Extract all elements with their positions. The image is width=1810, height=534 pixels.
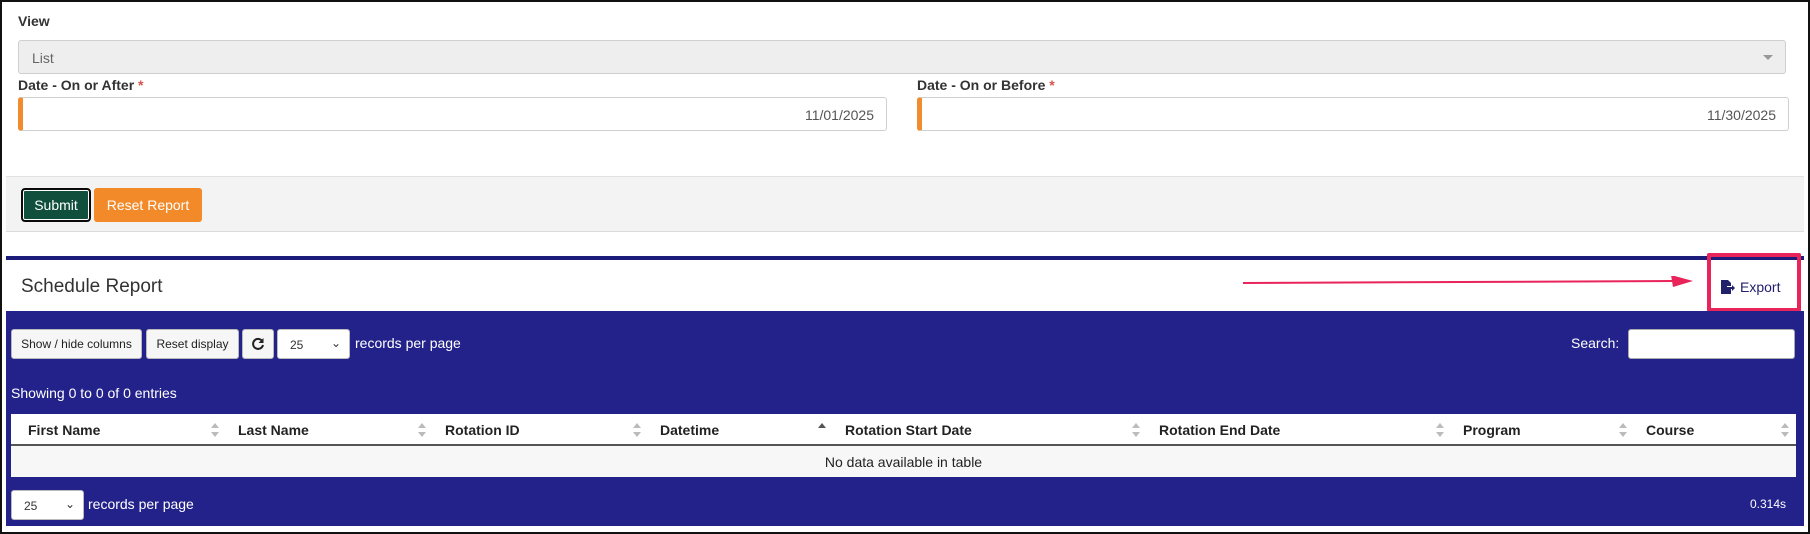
highlight-box: [1707, 253, 1801, 312]
caret-down-icon: [1763, 55, 1773, 60]
search-label: Search:: [1571, 335, 1620, 351]
required-marker: *: [138, 77, 144, 93]
col-datetime[interactable]: Datetime: [660, 422, 719, 438]
sort-asc-icon: [818, 423, 826, 428]
page-size-select-bottom[interactable]: 25 ⌄: [11, 490, 84, 520]
annotation-arrow: [1243, 276, 1693, 287]
page-size-value: 25: [290, 338, 304, 352]
filter-actions: Submit Reset Report: [6, 176, 1804, 232]
reset-display-button[interactable]: Reset display: [146, 329, 239, 359]
col-rotation-id[interactable]: Rotation ID: [445, 422, 520, 438]
view-select-value: List: [32, 50, 54, 66]
col-first-name[interactable]: First Name: [28, 422, 100, 438]
page-size-select-top[interactable]: 25 ⌄: [277, 329, 350, 359]
col-course[interactable]: Course: [1646, 422, 1694, 438]
col-rotation-end-date[interactable]: Rotation End Date: [1159, 422, 1280, 438]
date-before-label-text: Date - On or Before: [917, 77, 1046, 93]
datatable-panel: Show / hide columns Reset display 25 ⌄ r…: [6, 311, 1804, 526]
date-after-input[interactable]: 11/01/2025: [18, 97, 887, 131]
sort-both-icon: [1436, 423, 1444, 437]
refresh-icon: [252, 337, 264, 350]
date-before-label: Date - On or Before *: [917, 77, 1055, 93]
required-marker: *: [1049, 77, 1055, 93]
date-after-value: 11/01/2025: [804, 107, 874, 123]
chevron-down-icon: ⌄: [330, 336, 341, 350]
sort-both-icon: [1132, 423, 1140, 437]
col-rotation-start-date[interactable]: Rotation Start Date: [845, 422, 972, 438]
records-per-page-label-top: records per page: [355, 335, 461, 351]
records-per-page-label-bottom: records per page: [88, 496, 194, 512]
entries-info: Showing 0 to 0 of 0 entries: [11, 385, 177, 401]
search-input[interactable]: [1628, 329, 1795, 359]
sort-both-icon: [633, 423, 641, 437]
view-label: View: [18, 13, 50, 29]
reset-report-button[interactable]: Reset Report: [94, 188, 202, 222]
table-header-row: First Name Last Name Rotation ID Datetim…: [11, 414, 1796, 446]
table-empty-row: No data available in table: [11, 446, 1796, 477]
sort-both-icon: [211, 423, 219, 437]
col-last-name[interactable]: Last Name: [238, 422, 309, 438]
sort-both-icon: [418, 423, 426, 437]
date-before-input[interactable]: 11/30/2025: [917, 97, 1789, 131]
refresh-button[interactable]: [242, 329, 274, 359]
show-hide-columns-button[interactable]: Show / hide columns: [11, 329, 142, 359]
sort-both-icon: [1619, 423, 1627, 437]
page-title: Schedule Report: [21, 276, 163, 297]
col-program[interactable]: Program: [1463, 422, 1521, 438]
chevron-down-icon: ⌄: [64, 497, 75, 511]
date-after-label: Date - On or After *: [18, 77, 144, 93]
filter-panel: View List Date - On or After * 11/01/202…: [6, 2, 1804, 175]
submit-button[interactable]: Submit: [21, 188, 91, 222]
page-size-value: 25: [24, 499, 38, 513]
sort-both-icon: [1781, 423, 1789, 437]
date-before-value: 11/30/2025: [1706, 107, 1776, 123]
query-timing: 0.314s: [1749, 497, 1786, 511]
view-select[interactable]: List: [18, 40, 1786, 74]
date-after-label-text: Date - On or After: [18, 77, 135, 93]
